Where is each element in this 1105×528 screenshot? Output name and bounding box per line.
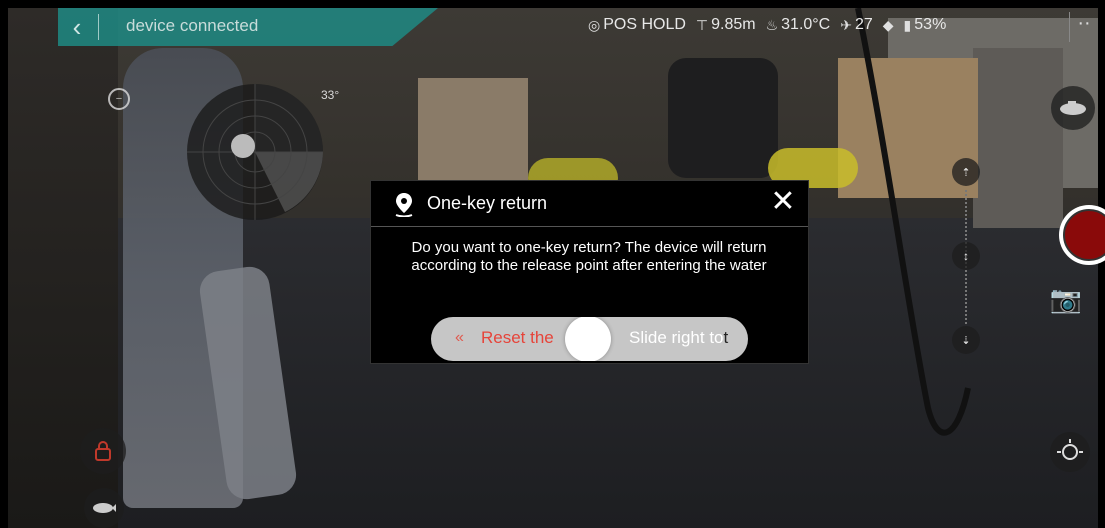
target-icon: ◎: [588, 16, 601, 33]
sonar-radar: [187, 84, 323, 220]
submarine-icon: [1060, 101, 1086, 115]
satellite-count: 27: [854, 16, 873, 33]
slider-hint: Slide right tot: [629, 328, 728, 348]
device-indicator: ◆: [883, 17, 894, 34]
telemetry-bar: ◎ POS HOLD ⊤ 9.85m ♨ 31.0°C ✈ 27 ◆ ▮ 53%: [588, 16, 946, 34]
heading-label: 33°: [321, 88, 340, 102]
connection-status: device connected: [126, 16, 259, 35]
chevron-left-double-icon: «: [455, 329, 464, 346]
satellite-indicator: ✈ 27: [840, 16, 873, 34]
depth-value: 9.85m: [711, 16, 756, 33]
chevron-left-icon[interactable]: ‹: [62, 12, 92, 42]
lock-button[interactable]: [80, 428, 126, 474]
temperature-indicator: ♨ 31.0°C: [766, 16, 831, 34]
satellite-icon: ✈: [840, 16, 852, 33]
mode-indicator: ◎ POS HOLD: [588, 16, 686, 34]
divider: [98, 14, 99, 40]
zoom-icon[interactable]: −: [108, 88, 130, 110]
battery-value: 53%: [914, 16, 947, 33]
slide-to-confirm[interactable]: « Reset thep Slide right tot: [431, 317, 748, 361]
fish-icon: [93, 503, 116, 513]
slider-hint-tail: t: [723, 328, 729, 347]
depth-icon: ⊤: [695, 16, 709, 33]
descend-button[interactable]: ⇣: [952, 326, 980, 354]
slider-hint-text: Slide right to: [629, 328, 724, 347]
camera-icon[interactable]: 📷: [1048, 282, 1084, 316]
dialog-title: One-key return: [427, 193, 548, 213]
depth-indicator: ⊤ 9.85m: [696, 16, 756, 34]
slider-knob[interactable]: [565, 317, 611, 361]
battery-icon: ▮: [903, 16, 912, 33]
more-icon[interactable]: ··: [1069, 12, 1098, 42]
battery-indicator: ▮ 53%: [904, 16, 947, 34]
thermometer-icon: ♨: [765, 16, 779, 33]
close-icon[interactable]: ✕: [766, 185, 800, 219]
ascend-button[interactable]: ⇡: [952, 158, 980, 186]
drone-mode-button[interactable]: [1051, 86, 1095, 130]
dialog-header: One-key return ✕: [371, 181, 808, 227]
screen: ‹ device connected ◎ POS HOLD ⊤ 9.85m ♨ …: [0, 0, 1105, 528]
top-bar: ‹ device connected ◎ POS HOLD ⊤ 9.85m ♨ …: [58, 8, 1098, 48]
temperature-value: 31.0°C: [781, 16, 831, 33]
light-icon: [1057, 439, 1083, 460]
light-button[interactable]: [1050, 432, 1090, 472]
slider-action-text: Reset the: [481, 328, 554, 347]
mode-label: POS HOLD: [603, 16, 686, 33]
one-key-return-dialog: One-key return ✕ Do you want to one-key …: [370, 180, 809, 364]
fish-button[interactable]: [84, 488, 124, 528]
dialog-message: Do you want to one-key return? The devic…: [411, 239, 767, 274]
depth-hold-button[interactable]: ↕: [952, 242, 980, 270]
location-pin-icon: [395, 193, 413, 217]
lock-icon: [95, 441, 111, 461]
fish-icon: ◆: [882, 16, 894, 33]
record-icon: [1063, 209, 1105, 261]
